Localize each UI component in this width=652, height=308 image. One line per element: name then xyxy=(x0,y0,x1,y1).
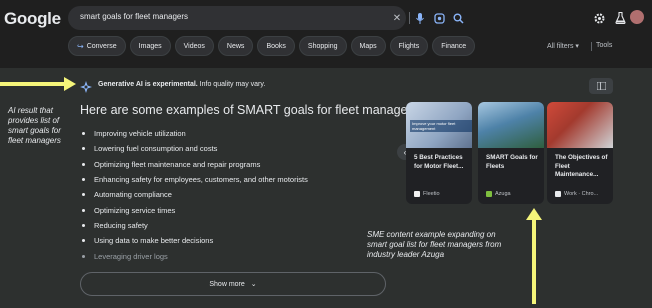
azuga-favicon-icon xyxy=(486,191,492,197)
card-title: SMART Goals for Fleets xyxy=(486,154,538,170)
chip-converse[interactable]: ↪ Converse xyxy=(68,36,126,56)
clear-icon[interactable]: ✕ xyxy=(390,11,404,25)
list-item: Optimizing fleet maintenance and repair … xyxy=(82,157,308,172)
lens-icon[interactable] xyxy=(432,11,446,25)
list-item: Reducing safety xyxy=(82,218,308,233)
smart-goals-list: Improving vehicle utilization Lowering f… xyxy=(82,126,308,264)
card-source: Work · Chro... xyxy=(555,191,598,197)
chevron-down-icon: ⌄ xyxy=(250,281,257,288)
annotation-ai-result: AI result that provides list of smart go… xyxy=(8,106,61,145)
search-divider xyxy=(409,12,410,24)
search-icon[interactable] xyxy=(451,11,465,25)
list-item: Improving vehicle utilization xyxy=(82,126,308,141)
search-box[interactable]: smart goals for fleet managers ✕ xyxy=(68,6,464,30)
list-item: Lowering fuel consumption and costs xyxy=(82,141,308,156)
chip-flights[interactable]: Flights xyxy=(389,36,429,56)
ai-sparkle-icon xyxy=(80,80,92,93)
filter-chips: ↪ Converse Images Videos News Books Shopp… xyxy=(68,36,476,56)
ai-heading: Here are some examples of SMART goals fo… xyxy=(80,103,422,117)
show-more-button[interactable]: Show more ⌄ xyxy=(80,272,386,296)
source-card-fleetio[interactable]: Improve your motor fleet management 5 Be… xyxy=(406,102,472,204)
card-source: Fleetio xyxy=(414,191,440,197)
chip-finance[interactable]: Finance xyxy=(432,36,476,56)
annotation-sme-content: SME content example expanding on smart g… xyxy=(367,230,502,259)
fleetio-favicon-icon xyxy=(414,191,420,197)
list-item: Using data to make better decisions xyxy=(82,233,308,248)
all-filters-button[interactable]: All filters ▾ xyxy=(547,42,579,50)
chip-videos[interactable]: Videos xyxy=(174,36,214,56)
avatar[interactable] xyxy=(630,10,644,24)
filters-divider xyxy=(591,42,592,51)
labs-flask-icon[interactable] xyxy=(613,11,627,25)
source-card-objectives[interactable]: The Objectives of Fleet Maintenance... W… xyxy=(547,102,613,204)
chip-shopping[interactable]: Shopping xyxy=(298,36,347,56)
layout-icon xyxy=(596,82,606,90)
chip-books[interactable]: Books xyxy=(257,36,295,56)
list-item: Automating compliance xyxy=(82,187,308,202)
mic-icon[interactable] xyxy=(413,11,427,25)
card-source: Azuga xyxy=(486,191,511,197)
card-title: 5 Best Practices for Motor Fleet... xyxy=(414,154,464,170)
card-title: The Objectives of Fleet Maintenance... xyxy=(555,154,608,178)
list-item: Enhancing safety for employees, customer… xyxy=(82,172,308,187)
annotation-arrow-up-icon xyxy=(526,208,542,304)
header: Google smart goals for fleet managers ✕ … xyxy=(0,0,652,68)
google-logo[interactable]: Google xyxy=(4,9,61,29)
ai-layout-toggle-button[interactable] xyxy=(589,78,613,94)
source-card-azuga[interactable]: SMART Goals for Fleets Azuga xyxy=(478,102,544,204)
search-input[interactable]: smart goals for fleet managers xyxy=(80,12,188,21)
work-chron-favicon-icon xyxy=(555,191,561,197)
chip-images[interactable]: Images xyxy=(129,36,171,56)
chip-maps[interactable]: Maps xyxy=(350,36,386,56)
list-item: Optimizing service times xyxy=(82,202,308,217)
list-item: Leveraging driver logs xyxy=(82,248,308,263)
card-thumbnail: Improve your motor fleet management xyxy=(406,102,472,148)
gear-icon[interactable] xyxy=(592,11,606,25)
card-thumbnail xyxy=(478,102,544,148)
annotation-arrow-right-icon xyxy=(0,77,76,91)
ai-experimental-notice: Generative AI is experimental. Info qual… xyxy=(98,81,266,88)
chip-news[interactable]: News xyxy=(217,36,254,56)
converse-arrow-icon: ↪ xyxy=(77,41,84,51)
tools-button[interactable]: Tools xyxy=(596,42,612,49)
card-thumbnail xyxy=(547,102,613,148)
